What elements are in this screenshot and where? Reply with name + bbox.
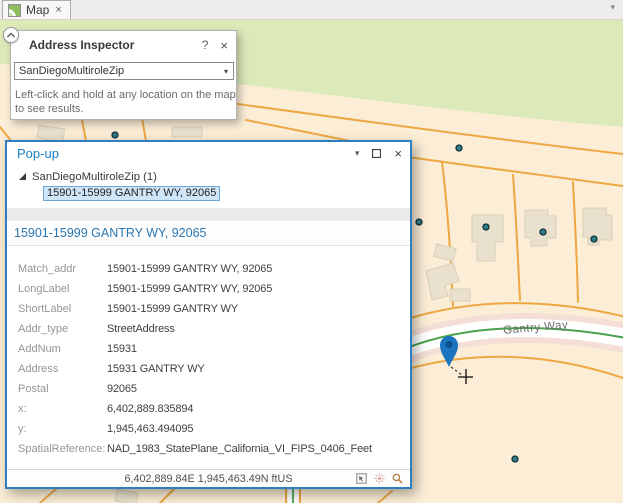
tree-selected-item[interactable]: 15901-15999 GANTRY WY, 92065: [43, 186, 220, 201]
table-row: x:6,402,889.835894: [7, 399, 410, 419]
tree-group-row[interactable]: SanDiegoMultiroleZip (1): [19, 169, 410, 184]
instruction-text: Left-click and hold at any location on t…: [15, 88, 237, 116]
locator-value: SanDiegoMultiroleZip: [19, 65, 124, 77]
chevron-up-icon: [6, 32, 16, 38]
chevron-down-icon: ▾: [224, 67, 228, 76]
attribute-table: Match_addr15901-15999 GANTRY WY, 92065 L…: [7, 246, 410, 469]
panel-close-button[interactable]: ×: [220, 38, 228, 53]
popup-results-tree: SanDiegoMultiroleZip (1) 15901-15999 GAN…: [7, 164, 410, 208]
popup-close-icon[interactable]: ×: [394, 146, 402, 161]
map-tab-icon: [8, 4, 21, 17]
tab-overflow-icon[interactable]: ▾: [610, 2, 615, 13]
table-row: Address15931 GANTRY WY: [7, 359, 410, 379]
table-row: LongLabel15901-15999 GANTRY WY, 92065: [7, 279, 410, 299]
collapse-button[interactable]: [3, 27, 19, 43]
table-row: y:1,945,463.494095: [7, 419, 410, 439]
tree-expanded-icon: [19, 173, 26, 180]
table-row: Addr_typeStreetAddress: [7, 319, 410, 339]
popup-menu-icon[interactable]: ▾: [355, 148, 360, 159]
table-row: Postal92065: [7, 379, 410, 399]
panel-title: Address Inspector: [29, 38, 202, 52]
arcgis-map-view-window: Gantry Way Map × ▾: [0, 0, 623, 503]
table-row: AddNum15931: [7, 339, 410, 359]
tree-group-label: SanDiegoMultiroleZip (1): [32, 171, 157, 183]
table-row: ShortLabel15901-15999 GANTRY WY: [7, 299, 410, 319]
popup-titlebar: Pop-up ▾ ×: [7, 142, 410, 164]
table-row: SpatialReference:NAD_1983_StatePlane_Cal…: [7, 439, 410, 459]
tab-close-icon[interactable]: ×: [54, 5, 62, 16]
view-tab-bar: Map × ▾: [0, 0, 623, 20]
popup-record-header: 15901-15999 GANTRY WY, 92065: [7, 221, 410, 246]
flash-location-icon[interactable]: [374, 473, 385, 484]
zoom-to-icon[interactable]: [392, 473, 403, 484]
popup-maximize-icon[interactable]: [372, 149, 381, 158]
tab-map-label: Map: [26, 3, 49, 17]
tab-map[interactable]: Map ×: [2, 0, 71, 19]
help-button[interactable]: ?: [202, 38, 209, 52]
table-row: Match_addr15901-15999 GANTRY WY, 92065: [7, 259, 410, 279]
popup-status-bar: 6,402,889.84E 1,945,463.49N ftUS: [7, 469, 410, 487]
popup-separator: [7, 208, 410, 221]
coordinate-readout: 6,402,889.84E 1,945,463.49N ftUS: [7, 473, 410, 485]
popup-title: Pop-up: [17, 146, 355, 161]
locator-dropdown[interactable]: SanDiegoMultiroleZip ▾: [14, 62, 234, 80]
popup-window: Pop-up ▾ × SanDiegoMultiroleZip (1) 1590…: [5, 140, 412, 489]
pointer-box-icon[interactable]: [356, 473, 367, 484]
address-inspector-panel: Address Inspector ? × SanDiegoMultiroleZ…: [10, 30, 237, 120]
